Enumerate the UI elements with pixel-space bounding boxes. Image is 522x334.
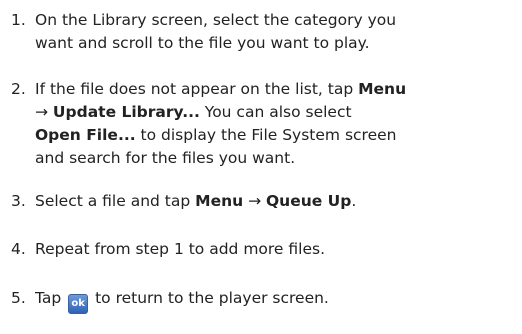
menu-reference: Open File... [35, 126, 136, 144]
step-text-line: On the Library screen, select the catego… [35, 11, 397, 29]
step-text-line: Tap ok to return to the player screen. [35, 287, 521, 314]
step-2: 2. If the file does not appear on the li… [11, 78, 521, 170]
step-text: to display the File System screen [135, 126, 397, 144]
step-number: 2. [11, 80, 26, 98]
ok-icon: ok [68, 294, 89, 314]
step-text: to return to the player screen. [90, 289, 329, 307]
step-3: 3. Select a file and tap Menu → Queue Up… [11, 190, 521, 213]
step-5: 5. Tap ok to return to the player screen… [11, 287, 521, 314]
step-number: 4. [11, 240, 26, 258]
step-1: 1. On the Library screen, select the cat… [11, 9, 521, 55]
step-number: 5. [11, 289, 26, 307]
step-text: Tap [35, 289, 67, 307]
step-number: 1. [11, 11, 26, 29]
menu-reference: Menu [358, 80, 407, 98]
menu-reference: Update Library... [52, 103, 200, 121]
menu-reference: Menu [195, 192, 244, 210]
step-text: Select a file and tap [35, 192, 196, 210]
menu-reference: Queue Up [266, 192, 352, 210]
step-text-line: want and scroll to the file you want to … [35, 34, 370, 52]
step-text-line: Open File... to display the File System … [35, 124, 521, 147]
step-text: . [351, 192, 357, 210]
instruction-list: 1. On the Library screen, select the cat… [0, 0, 522, 334]
step-number: 3. [11, 192, 26, 210]
step-text: If the file does not appear on the list,… [35, 80, 359, 98]
step-text: You can also select [199, 103, 352, 121]
step-text-line: → Update Library... You can also select [35, 101, 521, 124]
step-text-line: If the file does not appear on the list,… [35, 78, 521, 101]
step-text-line: Select a file and tap Menu → Queue Up. [35, 190, 521, 213]
step-4: 4. Repeat from step 1 to add more files. [11, 238, 521, 261]
step-text-line: and search for the files you want. [35, 149, 296, 167]
step-text-line: Repeat from step 1 to add more files. [35, 240, 326, 258]
arrow-glyph: → [243, 192, 266, 210]
arrow-glyph: → [35, 103, 53, 121]
